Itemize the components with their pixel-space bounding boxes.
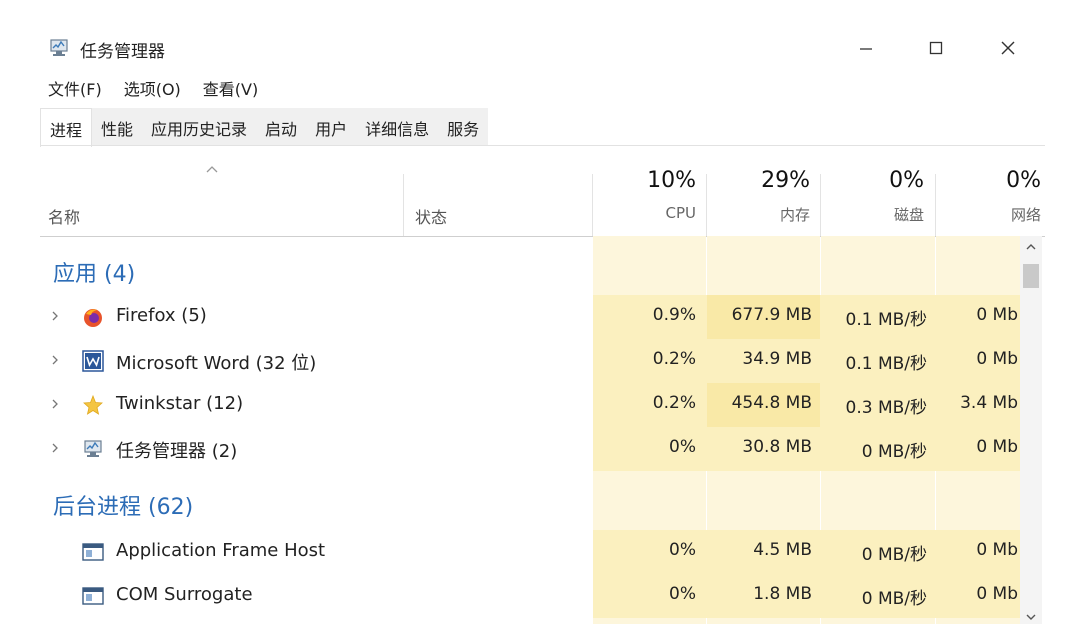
process-name: 任务管理器 (2) xyxy=(116,441,238,462)
sort-up-icon[interactable] xyxy=(205,164,219,174)
tab-services[interactable]: 服务 xyxy=(438,108,489,146)
process-name: Microsoft Word (32 位) xyxy=(116,353,317,374)
tab-users[interactable]: 用户 xyxy=(306,108,357,146)
tab-performance[interactable]: 性能 xyxy=(92,108,143,146)
cpu-value: 0% xyxy=(669,540,696,560)
group-header-background[interactable]: 后台进程 (62) xyxy=(40,481,1020,525)
process-list: 应用 (4) Firefox (5) 0.9% 677.9 MB 0.1 MB/… xyxy=(40,236,1020,624)
expand-chevron-icon[interactable] xyxy=(50,309,60,323)
maximize-button[interactable] xyxy=(916,30,956,66)
disk-value: 0.1 MB/秒 xyxy=(845,354,928,374)
column-divider[interactable] xyxy=(935,174,936,236)
cpu-value: 0% xyxy=(669,584,696,604)
vertical-scrollbar[interactable] xyxy=(1020,236,1042,624)
twinkstar-icon xyxy=(83,394,103,415)
disk-value: 0 MB/秒 xyxy=(861,442,927,462)
column-status-header[interactable]: 状态 xyxy=(415,204,447,228)
column-name-header[interactable]: 名称 xyxy=(48,204,80,228)
menu-file[interactable]: 文件(F) xyxy=(48,76,102,102)
disk-total-percent[interactable]: 0% xyxy=(828,168,924,193)
process-row-firefox[interactable]: Firefox (5) 0.9% 677.9 MB 0.1 MB/秒 0 Mb xyxy=(40,295,1020,339)
firefox-icon xyxy=(84,309,102,327)
column-header: 名称 状态 10% CPU 29% 内存 0% 磁盘 0% 网络 xyxy=(40,146,1045,237)
column-divider[interactable] xyxy=(706,174,707,236)
column-divider[interactable] xyxy=(820,174,821,236)
process-row-com-surrogate[interactable]: COM Surrogate 0% 1.8 MB 0 MB/秒 0 Mb xyxy=(40,574,1020,618)
column-divider[interactable] xyxy=(403,174,404,236)
tab-processes[interactable]: 进程 xyxy=(40,108,93,147)
close-icon xyxy=(1001,41,1015,55)
disk-value: 0 MB/秒 xyxy=(861,589,927,609)
title-bar[interactable]: 任务管理器 xyxy=(0,28,1080,68)
menu-view[interactable]: 查看(V) xyxy=(203,76,258,102)
scroll-down-icon[interactable] xyxy=(1024,612,1038,622)
network-value: 0 Mb xyxy=(976,437,1018,457)
menu-bar: 文件(F) 选项(O) 查看(V) xyxy=(48,76,258,102)
app-window-icon xyxy=(82,543,104,561)
task-manager-window: 任务管理器 文件(F) 选项(O) 查看(V) 进程 性能 应用历史记录 启动 … xyxy=(0,0,1080,624)
tab-details[interactable]: 详细信息 xyxy=(356,108,439,146)
task-manager-icon xyxy=(50,39,68,56)
process-row-application-frame-host[interactable]: Application Frame Host 0% 4.5 MB 0 MB/秒 … xyxy=(40,530,1020,574)
group-label: 后台进程 (62) xyxy=(53,495,194,520)
column-network-header[interactable]: 网络 xyxy=(943,204,1041,225)
process-name: COM Surrogate xyxy=(116,584,253,605)
column-disk-header[interactable]: 磁盘 xyxy=(828,204,924,225)
window-title: 任务管理器 xyxy=(80,42,165,62)
process-name: Firefox (5) xyxy=(116,305,207,326)
disk-value: 0.3 MB/秒 xyxy=(845,398,928,418)
task-manager-icon xyxy=(84,440,102,457)
scrollbar-thumb[interactable] xyxy=(1023,264,1039,288)
cpu-value: 0.2% xyxy=(652,349,696,369)
network-value: 0 Mb xyxy=(976,540,1018,560)
app-window-icon xyxy=(82,587,104,605)
cpu-total-percent[interactable]: 10% xyxy=(600,168,696,193)
cpu-value: 0.9% xyxy=(652,305,696,325)
network-value: 0 Mb xyxy=(976,305,1018,325)
network-total-percent[interactable]: 0% xyxy=(943,168,1041,193)
column-divider[interactable] xyxy=(592,174,593,236)
word-icon xyxy=(82,350,104,372)
memory-value: 34.9 MB xyxy=(742,349,812,369)
tab-app-history[interactable]: 应用历史记录 xyxy=(142,108,257,146)
network-value: 0 Mb xyxy=(976,584,1018,604)
expand-chevron-icon[interactable] xyxy=(50,441,60,455)
network-value: 0 Mb xyxy=(976,349,1018,369)
memory-value: 454.8 MB xyxy=(731,393,812,413)
process-name: Twinkstar (12) xyxy=(116,393,244,414)
expand-chevron-icon[interactable] xyxy=(50,353,60,367)
memory-total-percent[interactable]: 29% xyxy=(714,168,810,193)
column-cpu-header[interactable]: CPU xyxy=(600,204,697,222)
tab-startup[interactable]: 启动 xyxy=(256,108,307,146)
memory-value: 1.8 MB xyxy=(753,584,812,604)
group-label: 应用 (4) xyxy=(53,262,136,287)
scroll-up-icon[interactable] xyxy=(1024,242,1038,252)
process-row-word[interactable]: Microsoft Word (32 位) 0.2% 34.9 MB 0.1 M… xyxy=(40,339,1020,383)
menu-options[interactable]: 选项(O) xyxy=(124,76,181,102)
process-row-task-manager[interactable]: 任务管理器 (2) 0% 30.8 MB 0 MB/秒 0 Mb xyxy=(40,427,1020,471)
expand-chevron-icon[interactable] xyxy=(50,397,60,411)
tab-strip: 进程 性能 应用历史记录 启动 用户 详细信息 服务 xyxy=(40,108,489,147)
cpu-value: 0.2% xyxy=(652,393,696,413)
memory-value: 30.8 MB xyxy=(742,437,812,457)
disk-value: 0 MB/秒 xyxy=(861,545,927,565)
memory-value: 677.9 MB xyxy=(731,305,812,325)
cpu-value: 0% xyxy=(669,437,696,457)
memory-value: 4.5 MB xyxy=(753,540,812,560)
network-value: 3.4 Mb xyxy=(960,393,1018,413)
column-memory-header[interactable]: 内存 xyxy=(714,204,810,225)
close-button[interactable] xyxy=(988,30,1028,66)
process-name: Application Frame Host xyxy=(116,540,326,561)
group-header-apps[interactable]: 应用 (4) xyxy=(40,248,1020,292)
minimize-button[interactable] xyxy=(846,30,886,66)
minimize-icon xyxy=(860,48,872,50)
disk-value: 0.1 MB/秒 xyxy=(845,310,928,330)
process-row-twinkstar[interactable]: Twinkstar (12) 0.2% 454.8 MB 0.3 MB/秒 3.… xyxy=(40,383,1020,427)
maximize-icon xyxy=(929,41,943,55)
